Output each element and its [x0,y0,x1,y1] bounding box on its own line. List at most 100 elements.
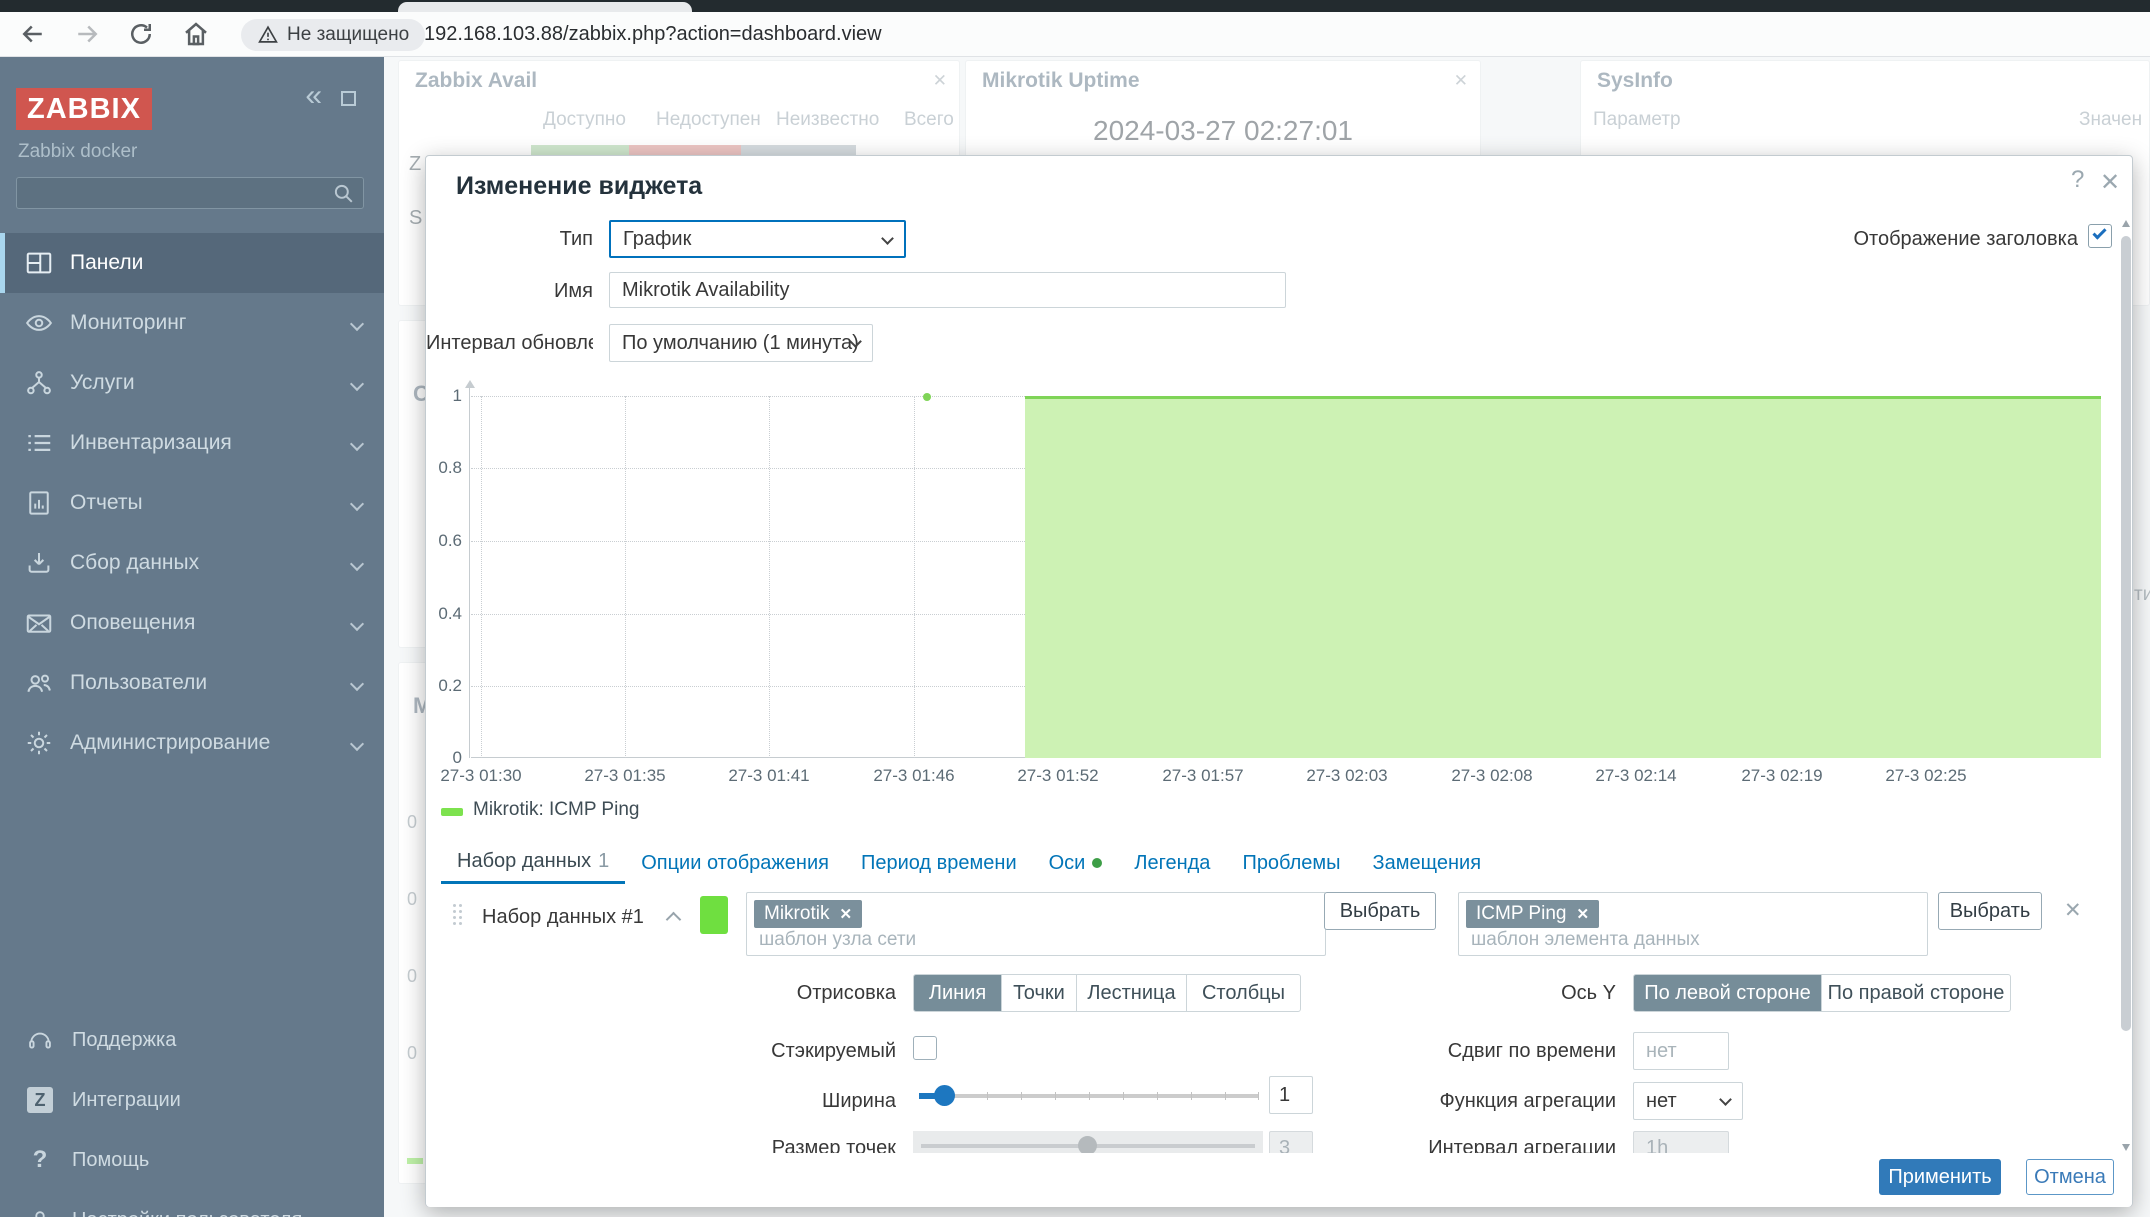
draw-option-staircase[interactable]: Лестница [1077,975,1187,1011]
chip-remove-icon[interactable]: ✕ [839,905,852,923]
type-select[interactable]: График [609,220,906,258]
y-axis-left-option[interactable]: По левой стороне [1634,975,1822,1011]
scroll-down-icon[interactable] [2122,1144,2130,1151]
sidebar: « ZABBIX Zabbix docker Панели Мониторинг… [0,57,384,1217]
x-tick: 27-3 01:57 [1155,766,1251,786]
dialog-scrollbar[interactable] [2120,218,2132,1153]
sidebar-item-label: Оповещения [70,611,195,635]
x-tick: 27-3 01:46 [866,766,962,786]
width-slider[interactable] [913,1084,1263,1108]
help-icon[interactable]: ? [2071,166,2084,194]
browser-tabstrip [0,0,2150,12]
x-tick: 27-3 01:35 [577,766,673,786]
back-icon[interactable] [18,19,48,49]
search-icon [331,181,357,207]
host-multiselect[interactable]: Mikrotik ✕ шаблон узла сети [746,892,1326,956]
data-set-label: Набор данных #1 [482,906,644,929]
sidebar-collapse-icon[interactable]: « [305,85,322,107]
host-chip[interactable]: Mikrotik ✕ [754,900,862,928]
select-host-button[interactable]: Выбрать [1324,892,1436,930]
sidebar-item-label: Отчеты [70,491,143,515]
item-multiselect[interactable]: ICMP Ping ✕ шаблон элемента данных [1458,892,1928,956]
sidebar-search-input[interactable] [16,177,364,209]
y-tick: 0 [426,748,462,768]
tab-legend[interactable]: Легенда [1118,842,1226,884]
time-shift-input[interactable]: нет [1633,1032,1729,1070]
time-shift-label: Сдвиг по времени [1376,1040,1616,1063]
sidebar-item-users[interactable]: Пользователи [0,653,384,713]
sidebar-item-monitoring[interactable]: Мониторинг [0,293,384,353]
width-value[interactable]: 1 [1269,1076,1313,1114]
sidebar-item-inventory[interactable]: Инвентаризация [0,413,384,473]
sidebar-item-support[interactable]: Поддержка [0,1010,384,1070]
browser-toolbar: Не защищено 192.168.103.88/zabbix.php?ac… [0,12,2150,57]
dialog-tabs: Набор данных 1 Опции отображения Период … [441,842,1497,884]
y-axis-right-option[interactable]: По правой стороне [1822,975,2010,1011]
close-icon[interactable]: ✕ [2100,168,2120,197]
reload-icon[interactable] [126,19,156,49]
security-chip[interactable]: Не защищено [241,19,425,51]
dialog-title: Изменение виджета [456,172,702,201]
sidebar-item-data-collection[interactable]: Сбор данных [0,533,384,593]
chip-remove-icon[interactable]: ✕ [1576,905,1589,923]
name-input[interactable]: Mikrotik Availability [609,272,1286,308]
apply-button[interactable]: Применить [1879,1159,2001,1195]
stacked-label: Стэкируемый [636,1040,896,1063]
url-bar[interactable]: 192.168.103.88/zabbix.php?action=dashboa… [424,23,882,46]
sidebar-item-help[interactable]: ? Помощь [0,1130,384,1190]
sidebar-item-integrations[interactable]: Z Интеграции [0,1070,384,1130]
x-tick: 27-3 02:08 [1444,766,1540,786]
sidebar-item-alerts[interactable]: Оповещения [0,593,384,653]
chevron-down-icon [881,232,894,245]
refresh-interval-select[interactable]: По умолчанию (1 минута) [609,324,873,362]
chevron-down-icon [350,677,364,691]
scroll-up-icon[interactable] [2122,220,2130,227]
home-icon[interactable] [181,19,211,49]
tab-problems[interactable]: Проблемы [1226,842,1356,884]
edit-widget-dialog: Изменение виджета ? ✕ Тип График Отображ… [425,155,2133,1207]
sidebar-item-administration[interactable]: Администрирование [0,713,384,773]
tab-axes[interactable]: Оси [1033,842,1119,884]
y-axis-arrow [465,380,475,388]
chevron-down-icon [350,377,364,391]
draw-option-points[interactable]: Точки [1002,975,1077,1011]
show-header-checkbox[interactable] [2088,224,2112,248]
server-name: Zabbix docker [18,141,137,163]
scrollbar-thumb[interactable] [2121,236,2131,1031]
slider-thumb[interactable] [934,1085,955,1106]
draw-option-line[interactable]: Линия [914,975,1002,1011]
browser-tab[interactable] [398,2,692,12]
cancel-button[interactable]: Отмена [2026,1159,2114,1195]
tab-time-period[interactable]: Период времени [845,842,1033,884]
tab-displaying-options[interactable]: Опции отображения [625,842,845,884]
sidebar-item-reports[interactable]: Отчеты [0,473,384,533]
screen: Не защищено 192.168.103.88/zabbix.php?ac… [0,0,2150,1217]
monitoring-icon [24,308,54,338]
sidebar-expand-icon[interactable] [341,91,356,106]
zabbix-logo[interactable]: ZABBIX [16,88,152,130]
y-axis-line [469,388,470,758]
sidebar-item-user-settings[interactable]: Настройки пользователя [0,1190,384,1217]
item-chip[interactable]: ICMP Ping ✕ [1466,900,1599,928]
drag-handle[interactable] [453,904,456,907]
aggregation-function-select[interactable]: нет [1633,1082,1743,1120]
chevron-down-icon [350,317,364,331]
select-item-button[interactable]: Выбрать [1938,892,2042,930]
x-tick: 27-3 02:25 [1878,766,1974,786]
stacked-checkbox[interactable] [913,1036,937,1060]
dashboard-icon [24,248,54,278]
tab-data-set[interactable]: Набор данных 1 [441,842,625,884]
y-tick: 0.2 [426,676,462,696]
remove-data-set-icon[interactable]: ✕ [2064,898,2082,923]
forward-icon[interactable] [72,19,102,49]
tab-overrides[interactable]: Замещения [1357,842,1497,884]
sidebar-item-services[interactable]: Услуги [0,353,384,413]
sidebar-item-label: Настройки пользователя [72,1209,302,1217]
envelope-icon [24,608,54,638]
collapse-chevron-up-icon[interactable] [666,912,682,928]
data-set-color-swatch[interactable] [700,896,728,934]
sidebar-item-dashboards[interactable]: Панели [0,233,384,293]
type-select-value: График [623,228,691,251]
data-set-count-badge: 1 [598,850,609,873]
draw-option-bar[interactable]: Столбцы [1187,975,1300,1011]
